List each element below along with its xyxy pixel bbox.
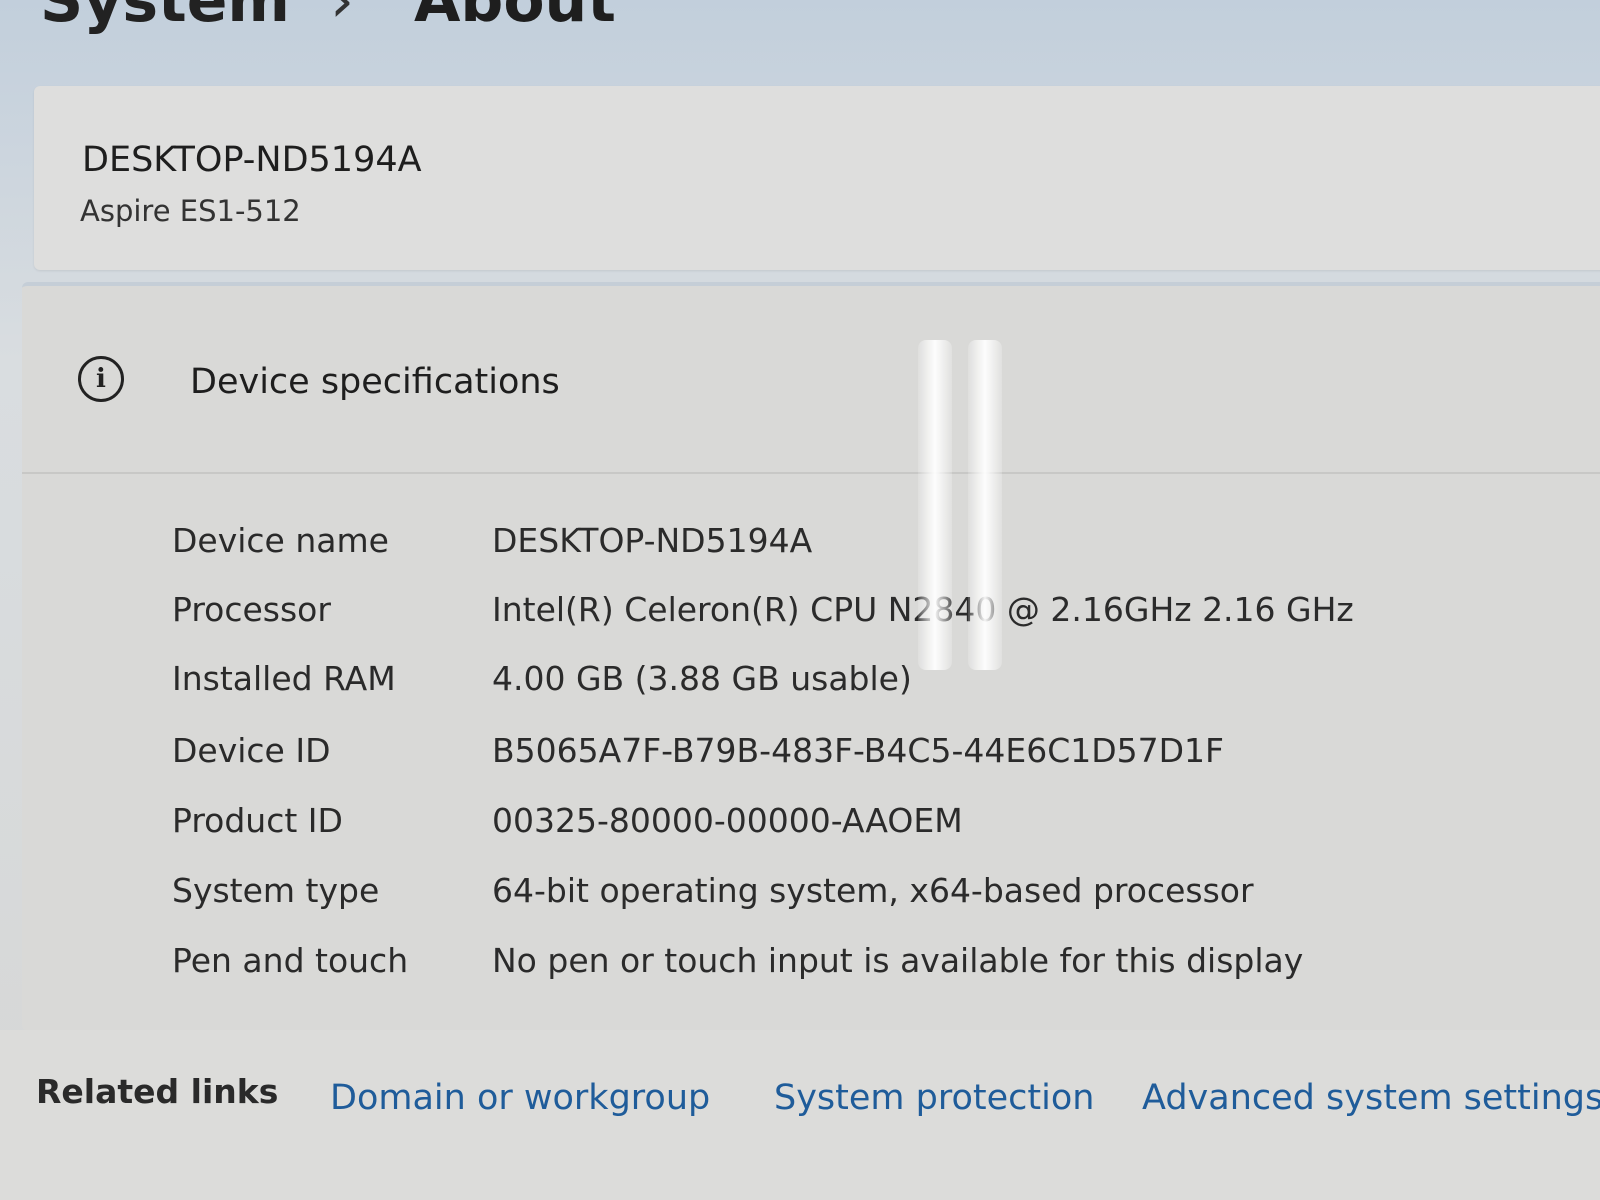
spec-label: Product ID — [172, 800, 343, 840]
page-title: About — [413, 0, 616, 36]
spec-row-device-name: Device name DESKTOP-ND5194A — [172, 512, 1572, 568]
spec-label: Device ID — [172, 730, 331, 770]
related-links-label: Related links — [36, 1072, 279, 1111]
spec-row-processor: Processor Intel(R) Celeron(R) CPU N2840 … — [172, 581, 1572, 637]
spec-value: 00325-80000-00000-AAOEM — [492, 800, 963, 840]
device-specifications-card: i Device specifications Device name DESK… — [22, 282, 1600, 1031]
spec-label: Processor — [172, 589, 331, 629]
device-card: DESKTOP-ND5194A Aspire ES1-512 — [34, 86, 1600, 270]
link-domain-or-workgroup[interactable]: Domain or workgroup — [330, 1078, 710, 1118]
spec-value: No pen or touch input is available for t… — [492, 940, 1304, 980]
device-model: Aspire ES1-512 — [80, 194, 301, 228]
spec-label: Pen and touch — [172, 940, 409, 980]
breadcrumb: System › About — [40, 0, 616, 36]
breadcrumb-parent-system[interactable]: System — [40, 0, 290, 36]
spec-row-device-id: Device ID B5065A7F-B79B-483F-B4C5-44E6C1… — [172, 722, 1572, 778]
link-system-protection[interactable]: System protection — [774, 1078, 1094, 1118]
link-advanced-system-settings[interactable]: Advanced system settings — [1142, 1078, 1600, 1118]
device-specifications-title: Device specifications — [190, 362, 560, 402]
spec-value: DESKTOP-ND5194A — [492, 520, 813, 560]
spec-label: System type — [172, 870, 380, 910]
settings-about-screen: System › About DESKTOP-ND5194A Aspire ES… — [0, 0, 1600, 1200]
spec-value: B5065A7F-B79B-483F-B4C5-44E6C1D57D1F — [492, 730, 1225, 770]
device-specifications-header[interactable]: i Device specifications — [22, 286, 1600, 474]
device-name-heading: DESKTOP-ND5194A — [82, 140, 422, 180]
spec-value: 4.00 GB (3.88 GB usable) — [492, 658, 912, 698]
spec-row-installed-ram: Installed RAM 4.00 GB (3.88 GB usable) — [172, 650, 1572, 706]
related-links-bar: Related links Domain or workgroup System… — [0, 1030, 1600, 1200]
screen-glare — [968, 340, 1002, 670]
info-icon: i — [78, 356, 124, 402]
spec-label: Installed RAM — [172, 658, 396, 698]
spec-value: 64-bit operating system, x64-based proce… — [492, 870, 1254, 910]
spec-row-product-id: Product ID 00325-80000-00000-AAOEM — [172, 792, 1572, 848]
spec-row-pen-and-touch: Pen and touch No pen or touch input is a… — [172, 932, 1572, 988]
spec-row-system-type: System type 64-bit operating system, x64… — [172, 862, 1572, 918]
breadcrumb-separator-icon: › — [329, 0, 354, 36]
screen-glare — [918, 340, 952, 670]
spec-label: Device name — [172, 520, 389, 560]
